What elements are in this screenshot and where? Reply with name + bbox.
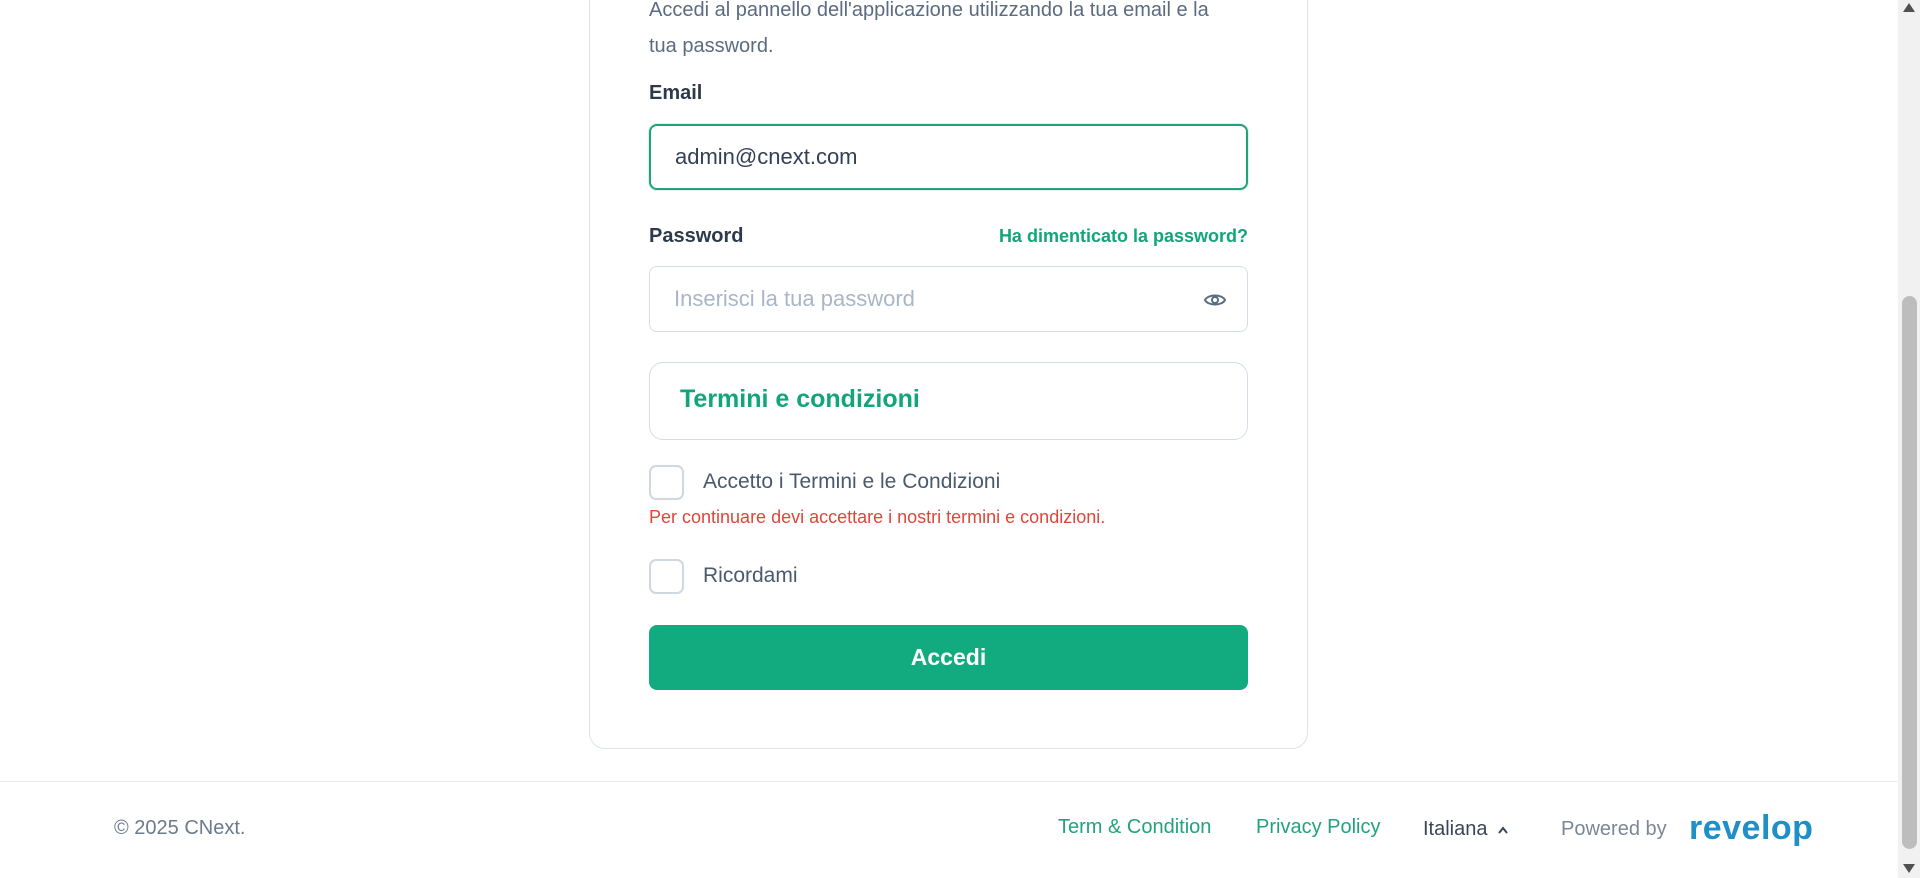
login-button[interactable]: Accedi <box>649 625 1248 690</box>
intro-line-2: tua password. <box>649 35 774 57</box>
footer-terms-link[interactable]: Term & Condition <box>1058 816 1211 839</box>
powered-by-text: Powered by <box>1561 818 1667 840</box>
password-field[interactable] <box>649 266 1248 332</box>
terms-error-message: Per continuare devi accettare i nostri t… <box>649 507 1106 527</box>
revelop-logo[interactable]: revelop <box>1689 809 1813 848</box>
password-label: Password <box>649 225 744 247</box>
remember-me-label[interactable]: Ricordami <box>703 564 798 588</box>
intro-line-1: Accedi al pannello dell'applicazione uti… <box>649 0 1209 21</box>
language-selector[interactable]: Italiana <box>1423 818 1488 841</box>
email-field[interactable] <box>649 124 1248 190</box>
scroll-down-arrow-icon[interactable] <box>1903 864 1915 873</box>
email-input[interactable] <box>675 126 1175 188</box>
remember-me-checkbox[interactable] <box>649 559 684 594</box>
accept-terms-checkbox[interactable] <box>649 465 684 500</box>
footer-privacy-link[interactable]: Privacy Policy <box>1256 816 1380 839</box>
copyright-text: © 2025 CNext. <box>114 817 246 839</box>
terms-title: Termini e condizioni <box>680 385 920 413</box>
footer-divider <box>0 781 1897 782</box>
scroll-up-arrow-icon[interactable] <box>1903 3 1915 12</box>
accept-terms-label[interactable]: Accetto i Termini e le Condizioni <box>703 470 1000 494</box>
chevron-up-icon[interactable] <box>1498 826 1508 834</box>
eye-icon[interactable] <box>1203 289 1227 311</box>
intro-text: Accedi al pannello dell'applicazione uti… <box>649 0 1249 64</box>
scrollbar-thumb[interactable] <box>1902 296 1917 849</box>
password-input[interactable] <box>674 267 1174 331</box>
terms-panel[interactable]: Termini e condizioni <box>649 362 1248 440</box>
email-label: Email <box>649 82 703 104</box>
forgot-password-link[interactable]: Ha dimenticato la password? <box>999 226 1248 247</box>
scrollbar-track[interactable] <box>1898 0 1920 878</box>
